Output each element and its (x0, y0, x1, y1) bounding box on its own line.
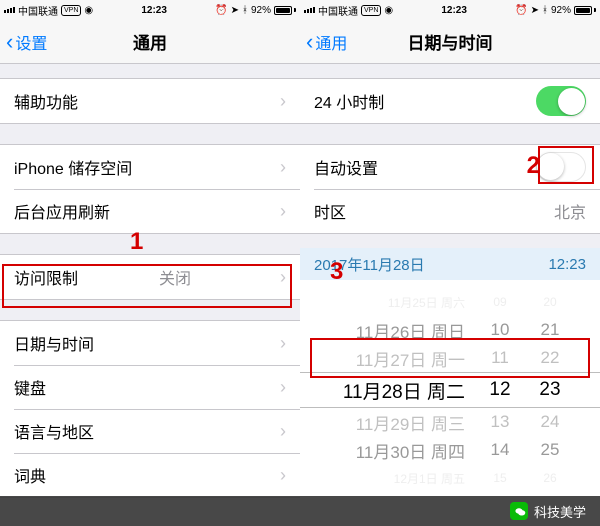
toggle-auto-set[interactable] (536, 152, 586, 182)
chevron-left-icon: ‹ (306, 31, 313, 53)
screen-general: 中国联通 VPN ︎◉ 12:23 ⏰ ➤ ᚼ 92% ‹ 设置 通用 辅助功能… (0, 0, 300, 500)
status-time: 12:23 (93, 5, 215, 16)
chevron-right-icon: › (280, 333, 286, 354)
row-restrictions[interactable]: 访问限制关闭› (0, 255, 300, 299)
annotation-1: 1 (130, 228, 143, 256)
battery-icon (574, 6, 596, 15)
watermark-banner: 科技美学 (0, 496, 600, 526)
chevron-right-icon: › (280, 91, 286, 112)
wifi-icon: ︎◉ (84, 5, 93, 16)
location-icon: ➤ (531, 5, 539, 16)
row-background-refresh[interactable]: 后台应用刷新› (0, 189, 300, 233)
battery-pct: 92% (251, 5, 271, 16)
back-button[interactable]: ‹ 设置 (0, 30, 47, 54)
row-auto-set: 自动设置 (300, 145, 600, 189)
row-dictionary[interactable]: 词典› (0, 453, 300, 497)
alarm-icon: ⏰ (515, 5, 527, 16)
carrier-label: 中国联通 (318, 3, 358, 18)
row-date-time[interactable]: 日期与时间› (0, 321, 300, 365)
bluetooth-icon: ᚼ (242, 5, 248, 16)
alarm-icon: ⏰ (215, 5, 227, 16)
status-bar: 中国联通 VPN ◉ 12:23 ⏰ ➤ ᚼ 92% (300, 0, 600, 20)
signal-icon (4, 7, 15, 13)
watermark-text: 科技美学 (534, 502, 586, 521)
back-label: 设置 (15, 30, 47, 54)
chevron-right-icon: › (280, 267, 286, 288)
location-icon: ➤ (231, 5, 239, 16)
battery-pct: 92% (551, 5, 571, 16)
back-label: 通用 (315, 30, 347, 54)
selected-date-header: 2017年11月28日 12:23 (300, 248, 600, 280)
carrier-label: 中国联通 (18, 3, 58, 18)
row-storage[interactable]: iPhone 储存空间› (0, 145, 300, 189)
screen-date-time: 中国联通 VPN ◉ 12:23 ⏰ ➤ ᚼ 92% ‹ 通用 日期与时间 24… (300, 0, 600, 500)
toggle-24h[interactable] (536, 86, 586, 116)
date-time-picker[interactable]: 11月25日 周六0920 11月26日 周日1021 11月27日 周一112… (300, 280, 600, 500)
bluetooth-icon: ᚼ (542, 5, 548, 16)
row-keyboard[interactable]: 键盘› (0, 365, 300, 409)
wechat-icon (510, 502, 528, 520)
back-button[interactable]: ‹ 通用 (300, 30, 347, 54)
navbar: ‹ 设置 通用 (0, 20, 300, 64)
chevron-right-icon: › (280, 465, 286, 486)
status-time: 12:23 (393, 5, 515, 16)
chevron-right-icon: › (280, 201, 286, 222)
vpn-badge: VPN (61, 5, 81, 16)
battery-icon (274, 6, 296, 15)
status-bar: 中国联通 VPN ︎◉ 12:23 ⏰ ➤ ᚼ 92% (0, 0, 300, 20)
row-24h: 24 小时制 (300, 79, 600, 123)
annotation-3: 3 (330, 258, 343, 286)
chevron-left-icon: ‹ (6, 31, 13, 53)
chevron-right-icon: › (280, 421, 286, 442)
row-accessibility[interactable]: 辅助功能› (0, 79, 300, 123)
wifi-icon: ◉ (384, 5, 393, 16)
annotation-2: 2 (527, 152, 540, 180)
chevron-right-icon: › (280, 157, 286, 178)
row-timezone[interactable]: 时区 北京 (300, 189, 600, 233)
chevron-right-icon: › (280, 377, 286, 398)
vpn-badge: VPN (361, 5, 381, 16)
navbar: ‹ 通用 日期与时间 (300, 20, 600, 64)
signal-icon (304, 7, 315, 13)
row-lang-region[interactable]: 语言与地区› (0, 409, 300, 453)
picker-selected-row: 11月28日 周二1223 (300, 372, 600, 408)
